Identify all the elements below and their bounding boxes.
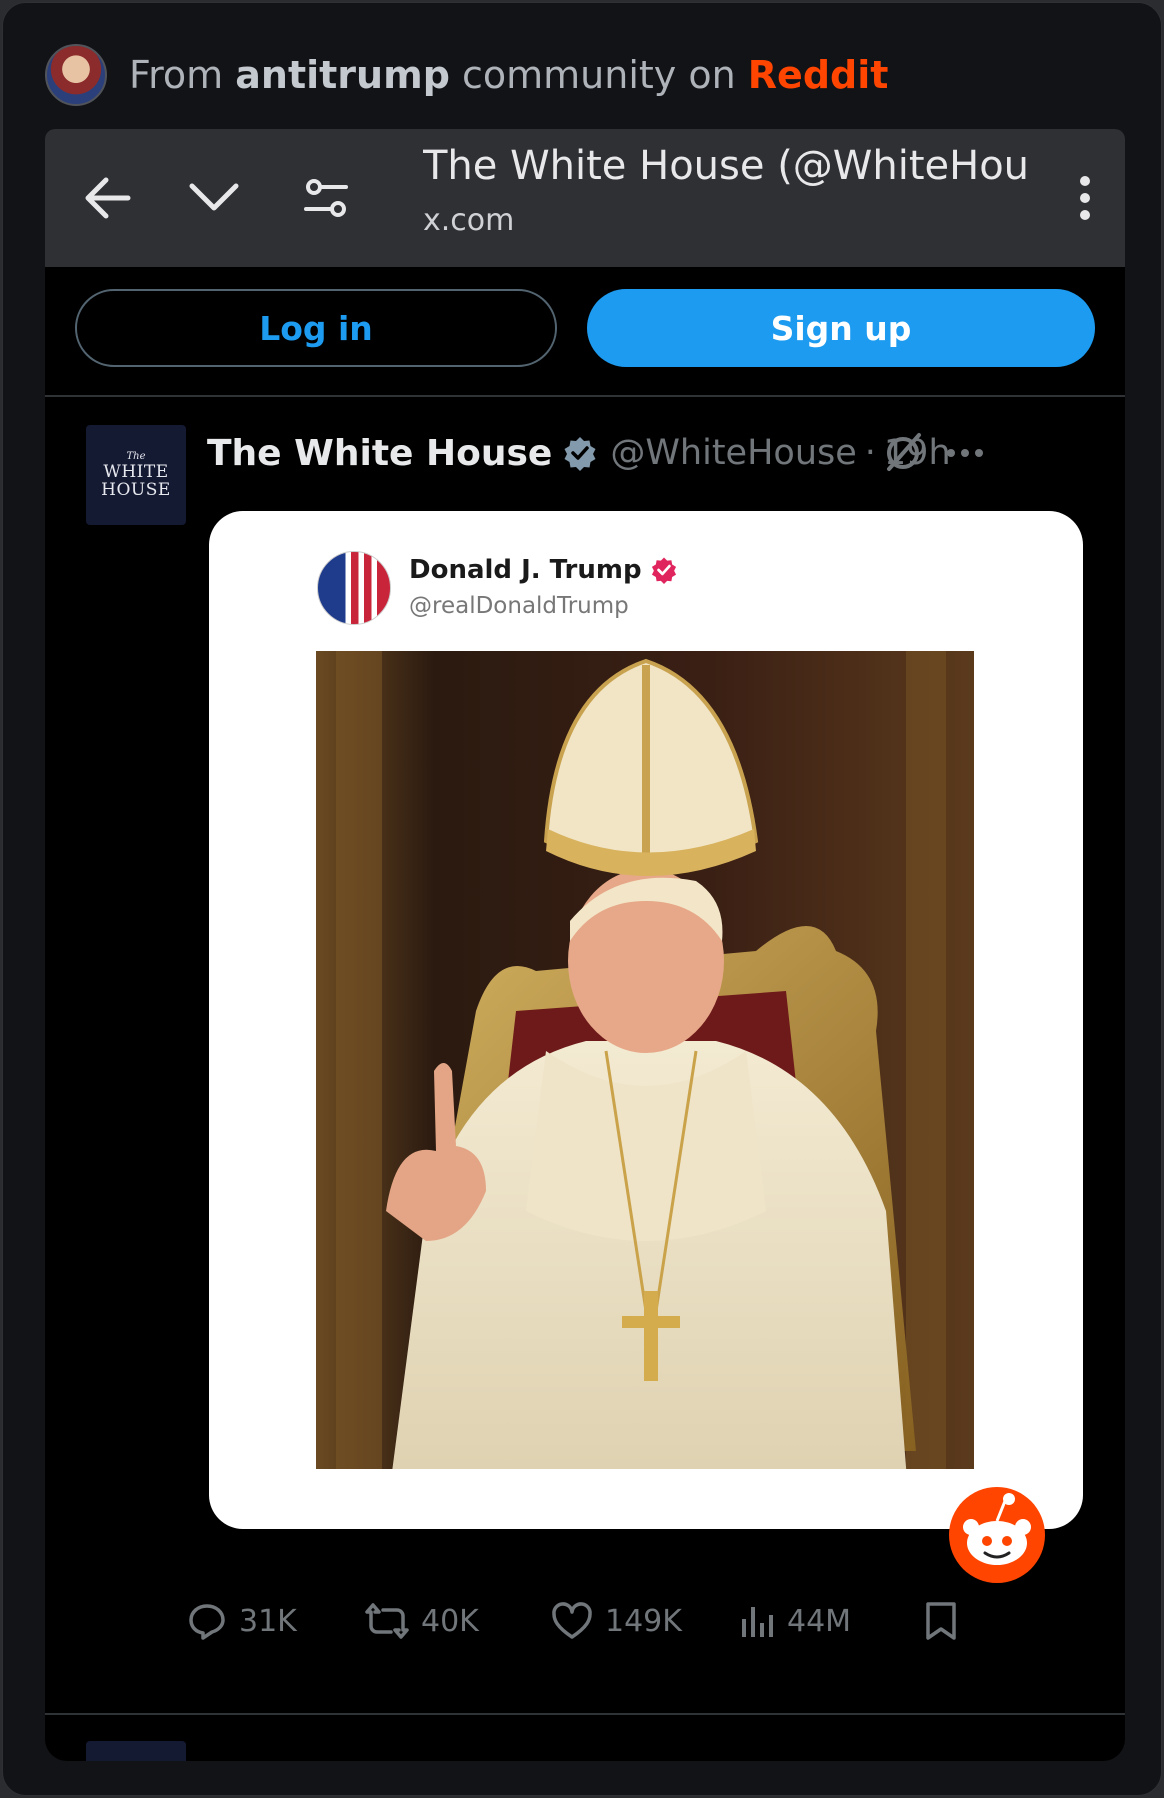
community-on-text: community on (461, 53, 736, 97)
source-line: From antitrump community on Reddit (129, 53, 888, 97)
repost-button[interactable]: 40K (365, 1591, 479, 1651)
browser-toolbar: The White House (@WhiteHou... x.com (45, 129, 1125, 267)
pope-portrait-image (316, 651, 974, 1469)
reply-icon (189, 1604, 225, 1640)
community-avatar[interactable] (45, 44, 107, 106)
like-button[interactable]: 149K (551, 1591, 682, 1651)
verified-badge-icon (562, 435, 598, 471)
page-domain: x.com (423, 203, 515, 238)
author-handle[interactable]: @WhiteHouse (610, 433, 856, 473)
bookmark-icon (926, 1602, 956, 1640)
white-house-avatar[interactable]: The WHITE HOUSE (86, 425, 186, 525)
embedded-author-name: Donald J. Trump (409, 555, 642, 585)
embedded-author: Donald J. Trump (409, 555, 678, 585)
heart-icon (552, 1602, 592, 1639)
meta-separator: · (864, 433, 876, 473)
back-arrow-icon[interactable] (75, 167, 141, 229)
reply-count: 31K (239, 1603, 297, 1639)
reddit-share-frame: From antitrump community on Reddit The W… (2, 2, 1162, 1796)
trump-avatar (317, 551, 391, 625)
signup-button[interactable]: Sign up (587, 289, 1095, 367)
platform-name: Reddit (747, 53, 889, 97)
embedded-post-image[interactable]: Donald J. Trump @realDonaldTrump (209, 511, 1083, 1529)
site-settings-icon[interactable] (293, 167, 359, 229)
chevron-down-icon[interactable] (181, 167, 247, 229)
login-button[interactable]: Log in (75, 289, 557, 367)
page-title: The White House (@WhiteHou... (423, 143, 1033, 189)
community-name[interactable]: antitrump (235, 53, 450, 97)
views-chart-icon (742, 1607, 773, 1637)
next-post-peek (45, 1729, 1125, 1761)
more-options-icon[interactable] (945, 431, 985, 479)
tweet-actions: 31K 40K 149K 44M (165, 1591, 1045, 1651)
avatar-line-1: WHITE (103, 462, 169, 482)
from-text: From (129, 53, 224, 97)
embedded-handle: @realDonaldTrump (409, 593, 629, 619)
bookmark-button[interactable] (923, 1591, 971, 1651)
like-count: 149K (605, 1603, 682, 1639)
tweet-header: The White House @WhiteHouse · 19h (207, 425, 951, 481)
reply-button[interactable]: 31K (187, 1591, 297, 1651)
repost-count: 40K (421, 1603, 479, 1639)
author-name[interactable]: The White House (207, 433, 552, 474)
next-post-avatar (86, 1741, 186, 1761)
grok-icon[interactable] (881, 431, 925, 479)
divider (45, 1713, 1125, 1715)
kebab-menu-icon[interactable] (1065, 167, 1105, 229)
reddit-snoo-icon[interactable] (947, 1485, 1047, 1589)
divider (45, 395, 1125, 397)
reddit-source-header: From antitrump community on Reddit (45, 43, 1121, 107)
views-button[interactable]: 44M (739, 1591, 851, 1651)
repost-icon (365, 1603, 409, 1639)
embedded-verified-icon (651, 557, 676, 584)
avatar-line-2: HOUSE (101, 480, 171, 500)
view-count: 44M (787, 1603, 852, 1639)
